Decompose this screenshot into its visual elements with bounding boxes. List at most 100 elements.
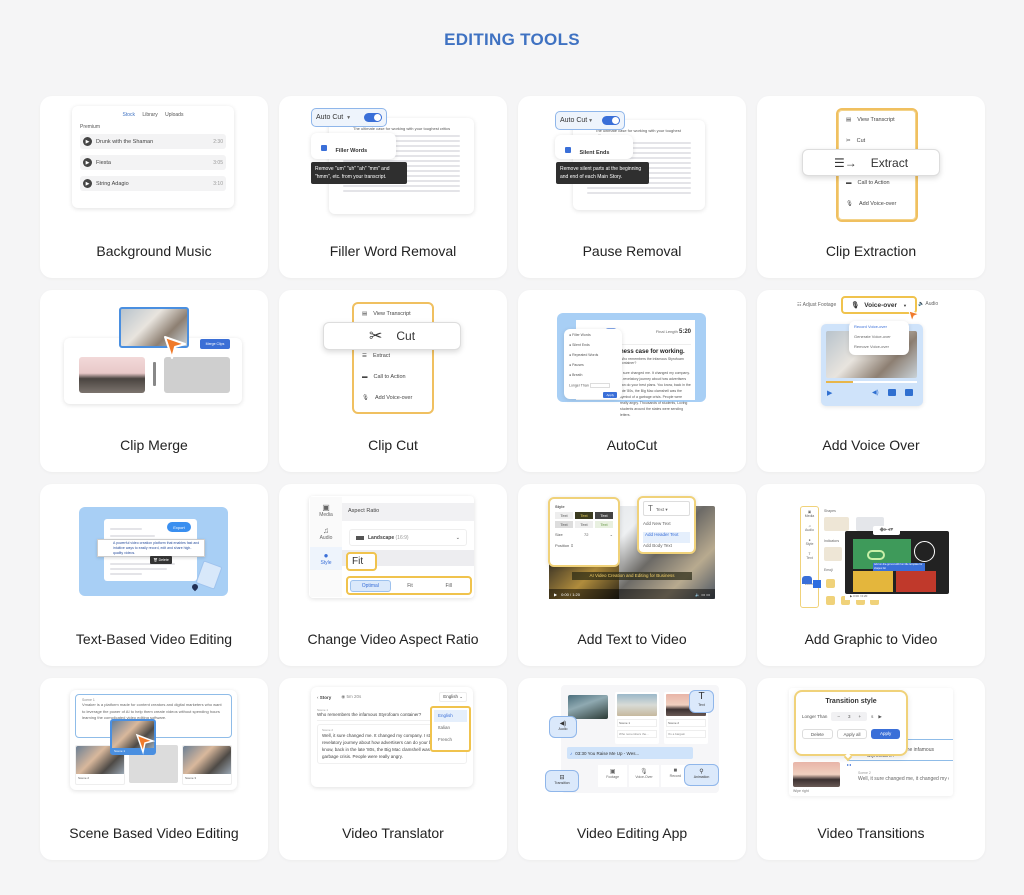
style-chip[interactable]: Text: [575, 521, 593, 528]
captions-icon[interactable]: [888, 389, 896, 396]
menu-item-record-voice-over[interactable]: Record Voice-over: [854, 324, 904, 334]
apply-button[interactable]: Apply: [603, 392, 617, 398]
play-icon[interactable]: ▶: [554, 592, 557, 597]
minus-icon[interactable]: –: [837, 714, 840, 719]
badge-transition[interactable]: ⊟ Transition: [545, 770, 579, 792]
option-row[interactable]: ● Repeated Words: [569, 353, 617, 363]
menu-item-add-new-text[interactable]: Add New Text: [643, 521, 690, 532]
card-change-video-aspect-ratio[interactable]: ▣ Media ♫ Audio ● Style Aspect Ratio Landsc…: [279, 484, 507, 666]
badge-audio[interactable]: ◀) Audio: [549, 716, 577, 738]
segment-fill[interactable]: Fill: [429, 583, 468, 589]
card-add-voice-over[interactable]: ☷ Adjust Footage 🎙 Voice-over ▼ 🔈 Audio …: [757, 290, 985, 472]
delete-popup[interactable]: 🗑 Delete: [150, 556, 172, 564]
style-chip[interactable]: Text: [575, 512, 593, 519]
menu-item-remove-voice-over[interactable]: Remove Voice-over: [854, 344, 904, 354]
toolbar-adjust-footage[interactable]: ☷ Adjust Footage: [797, 302, 836, 308]
style-chip[interactable]: Text: [595, 512, 613, 519]
merge-clips-button[interactable]: Merge Clips: [200, 339, 230, 349]
delete-button[interactable]: Delete: [802, 729, 833, 739]
shape-tile[interactable]: [824, 517, 849, 531]
option-row[interactable]: ● Silent Ends: [569, 343, 617, 353]
highlighted-menu-item-extract[interactable]: ☰→ Extract: [802, 149, 940, 176]
card-add-text-to-video[interactable]: AI Video Creation and Editing for Busine…: [518, 484, 746, 666]
option-row[interactable]: ● Breath: [569, 373, 617, 383]
toolbar-audio[interactable]: 🔈 Audio: [918, 301, 938, 307]
badge-animation[interactable]: ⚲ Animation: [684, 764, 719, 786]
sidebar-item-style[interactable]: ● Style: [310, 547, 342, 570]
menu-item-generate-voice-over[interactable]: Generate Voice-over: [854, 334, 904, 344]
card-video-editing-app[interactable]: Scene 1 Who remembers the... Scene 2 It'…: [518, 678, 746, 860]
apply-all-button[interactable]: Apply all: [836, 729, 868, 739]
auto-cut-dropdown[interactable]: Auto Cut ▼: [311, 108, 387, 127]
transform-handles[interactable]: ◆▸◂▾: [873, 526, 900, 535]
text-dropdown[interactable]: T Text ▾: [643, 501, 690, 516]
play-icon[interactable]: ▶: [827, 389, 832, 397]
fullscreen-icon[interactable]: [905, 389, 913, 396]
menu-item-add-body-text[interactable]: Add Body Text: [643, 543, 690, 554]
style-chip[interactable]: Text: [595, 521, 613, 528]
scene-card[interactable]: Scene 1 Who remembers the...: [615, 692, 659, 744]
emoji-tile[interactable]: [826, 579, 835, 588]
menu-item-view-transcript[interactable]: ▤ View Transcript: [846, 117, 908, 138]
checkbox-icon[interactable]: [321, 144, 327, 151]
sidebar-item-audio[interactable]: ♫ Audio: [801, 524, 818, 532]
aspect-select[interactable]: Landscape (16:9) ⌄: [349, 529, 467, 546]
selected-text-block[interactable]: A powerful video creation platform that …: [97, 539, 205, 557]
transition-marker-icon[interactable]: ▸◂: [847, 762, 851, 767]
style-chip[interactable]: Text: [555, 512, 573, 519]
card-background-music[interactable]: Stock Library Uploads Premium ▶ Drunk wi…: [40, 96, 268, 278]
auto-cut-dropdown[interactable]: Auto Cut ▼: [555, 111, 625, 130]
volume-icon[interactable]: 🔈 ▭ ▭: [695, 592, 710, 597]
sidebar-item-media[interactable]: ▣ Media: [801, 510, 818, 518]
language-option-italian[interactable]: Italian: [434, 722, 467, 734]
tool-voice-over[interactable]: 🎙 Voice-Over: [629, 765, 659, 787]
duration-stepper[interactable]: –3 +: [831, 712, 868, 721]
card-autocut[interactable]: Auto Cut Final Length 5:20 ness case for…: [518, 290, 746, 472]
menu-item-extract[interactable]: ☰ Extract: [362, 353, 424, 374]
language-select[interactable]: English ⌄: [439, 692, 467, 702]
tab-stock[interactable]: Stock: [123, 112, 136, 118]
highlighted-menu-item-cut[interactable]: ✂ Cut: [323, 322, 461, 350]
sidebar-item-style[interactable]: ● Style: [801, 538, 818, 546]
position-stepper[interactable]: ⇕: [570, 543, 573, 548]
card-clip-merge[interactable]: Merge Clips Clip Merge: [40, 290, 268, 472]
card-clip-extraction[interactable]: ▤ View Transcript ✂ Cut ▬ Call to Action 🎙 A…: [757, 96, 985, 278]
apply-button[interactable]: Apply: [871, 729, 901, 739]
card-video-translator[interactable]: ‹ Story ◉ 5m 20s English ⌄ Scene 1 Who r…: [279, 678, 507, 860]
menu-item-call-to-action[interactable]: ▬ Call to Action: [362, 374, 424, 395]
track-row[interactable]: ▶ Drunk with the Shaman 2:30: [80, 134, 226, 149]
segment-fit[interactable]: Fit: [391, 583, 430, 589]
sidebar-item-media[interactable]: ▣ Media: [310, 503, 342, 518]
menu-item-add-voice-over[interactable]: 🎙 Add Voice-over: [846, 201, 908, 222]
size-select[interactable]: 72: [584, 532, 588, 537]
card-text-based-video-editing[interactable]: Export A powerful video creation platfor…: [40, 484, 268, 666]
tool-footage[interactable]: ▣ Footage: [598, 765, 628, 787]
track-row[interactable]: ▶ Fiesta 3:05: [80, 155, 226, 170]
card-add-graphic-to-video[interactable]: ▣Media ♫Audio ●Style TText ⊟Effect Shape…: [757, 484, 985, 666]
length-stepper[interactable]: [589, 383, 610, 388]
option-row[interactable]: ● Pauses: [569, 363, 617, 373]
plus-icon[interactable]: +: [858, 714, 861, 719]
play-icon[interactable]: ▶: [83, 137, 92, 146]
language-option-french[interactable]: French: [434, 734, 467, 746]
menu-item-add-header-text[interactable]: Add Header Text: [643, 532, 690, 543]
export-button[interactable]: Export: [167, 522, 191, 532]
card-pause-removal[interactable]: The ultimate case for working with your …: [518, 96, 746, 278]
scene-card[interactable]: Scene 3: [182, 745, 232, 785]
back-button[interactable]: ‹ Story: [317, 695, 331, 700]
option-row[interactable]: ● Filler Words: [569, 333, 617, 343]
badge-text[interactable]: T Text: [689, 690, 714, 713]
shape-tile[interactable]: [824, 547, 842, 561]
menu-item-call-to-action[interactable]: ▬ Call to Action: [846, 180, 908, 201]
card-clip-cut[interactable]: ▤ View Transcript ☰ Extract ▬ Call to Actio…: [279, 290, 507, 472]
play-icon[interactable]: ▶: [878, 714, 881, 720]
clip-thumbnail[interactable]: [79, 357, 145, 393]
language-option-english[interactable]: English: [434, 710, 467, 722]
play-icon[interactable]: ▶: [83, 158, 92, 167]
audio-track[interactable]: ♪ 03:30 You Raise Me Up - Wes...: [567, 747, 693, 759]
emoji-tile[interactable]: [826, 596, 835, 605]
auto-cut-toggle[interactable]: [363, 113, 382, 122]
scene-thumbnail[interactable]: [568, 695, 608, 719]
play-icon[interactable]: ▶: [83, 179, 92, 188]
segment-optimal[interactable]: Optimal: [350, 579, 391, 592]
